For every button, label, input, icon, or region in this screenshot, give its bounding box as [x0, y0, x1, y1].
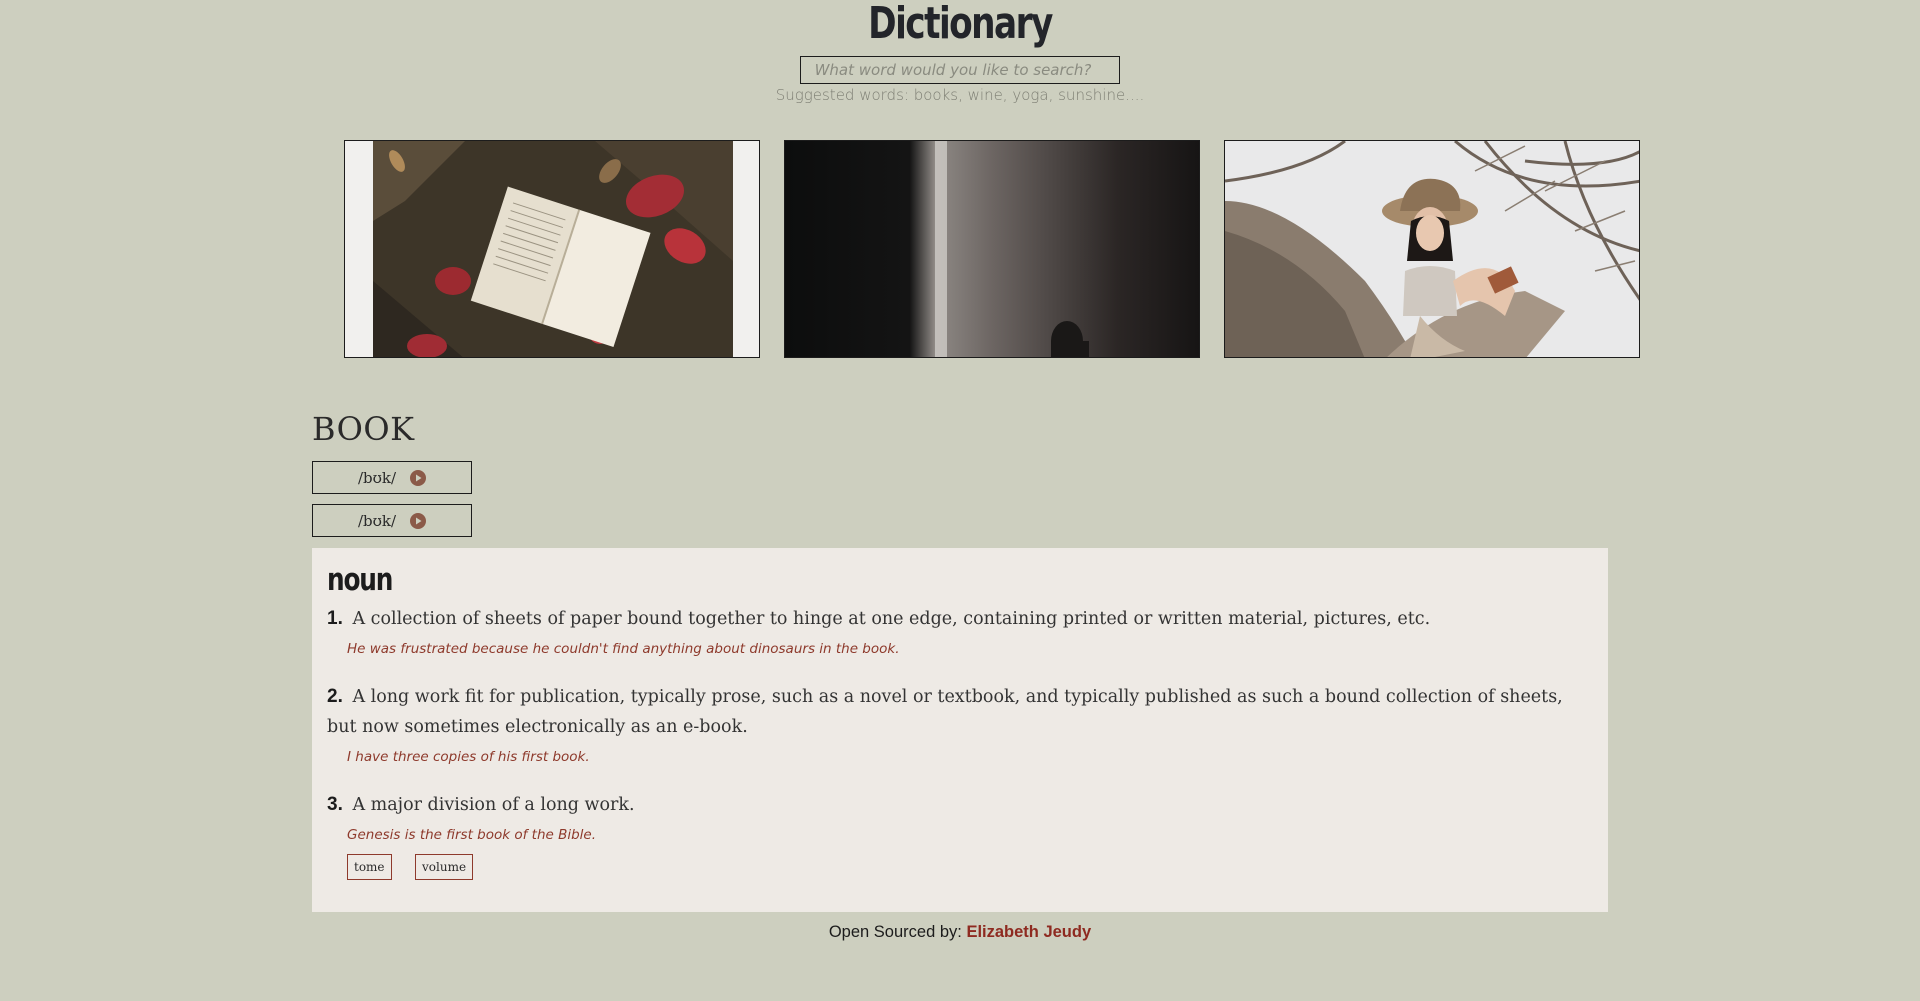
definition-number: 3.	[327, 794, 343, 815]
author-link[interactable]: Elizabeth Jeudy	[966, 923, 1091, 941]
suggested-words: Suggested words: books, wine, yoga, suns…	[775, 86, 1145, 104]
phonetic-text: /bʊk/	[357, 468, 397, 487]
play-icon[interactable]	[410, 512, 427, 529]
phonetic-button-1[interactable]: /bʊk/	[312, 461, 472, 494]
app-title: Dictionary	[868, 0, 1053, 49]
photo-dark-wall	[784, 140, 1200, 358]
definition-text: A collection of sheets of paper bound to…	[352, 609, 1431, 629]
photo-open-book	[344, 140, 760, 358]
word-title: BOOK	[312, 410, 415, 448]
synonym-tag-volume[interactable]: volume	[415, 854, 474, 880]
definition-text: A long work fit for publication, typical…	[327, 687, 1563, 737]
part-of-speech: noun	[327, 562, 393, 598]
meaning-card: noun 1. A collection of sheets of paper …	[312, 548, 1608, 912]
footer-label: Open Sourced by:	[828, 923, 962, 941]
phonetic-text: /bʊk/	[357, 511, 397, 530]
definition-example: Genesis is the first book of the Bible.	[347, 827, 597, 843]
definition-number: 2.	[327, 686, 343, 707]
play-icon[interactable]	[410, 469, 427, 486]
definition-number: 1.	[327, 608, 343, 629]
footer: Open Sourced by: Elizabeth Jeudy	[0, 923, 1920, 942]
definition-item: 3. A major division of a long work.	[327, 790, 1593, 820]
definition-text: A major division of a long work.	[352, 795, 635, 815]
definition-example: I have three copies of his first book.	[347, 749, 590, 765]
search-input[interactable]	[800, 56, 1120, 84]
definition-item: 2. A long work fit for publication, typi…	[327, 682, 1593, 742]
definition-item: 1. A collection of sheets of paper bound…	[327, 604, 1593, 634]
definition-example: He was frustrated because he couldn't fi…	[347, 641, 900, 657]
photo-woman-in-tree	[1224, 140, 1640, 358]
phonetic-button-2[interactable]: /bʊk/	[312, 504, 472, 537]
synonym-tag-tome[interactable]: tome	[347, 854, 392, 880]
